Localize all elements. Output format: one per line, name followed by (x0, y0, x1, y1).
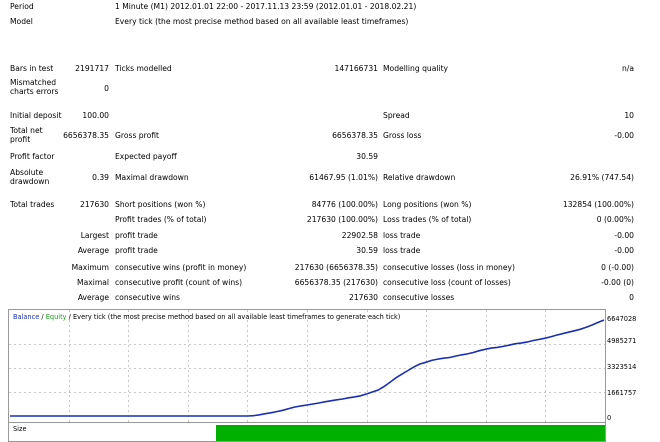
ticks-value: 147166731 (334, 64, 378, 73)
deposit-label: Initial deposit (10, 111, 62, 120)
loss-trades-label: Loss trades (% of total) (383, 215, 472, 224)
model-value: Every tick (the most precise method base… (115, 17, 409, 26)
net-profit-value: 6656378.35 (63, 131, 109, 140)
gross-loss-value: -0.00 (614, 131, 634, 140)
mismatch-value: 0 (104, 84, 109, 93)
chart-title: Balance / Equity / Every tick (the most … (13, 313, 400, 321)
abs-drawdown-value: 0.39 (92, 173, 109, 182)
maximal-loss-label: consecutive loss (count of losses) (383, 278, 511, 287)
chart-title-rest: / Every tick (the most precise method ba… (66, 313, 401, 321)
avg-losses-label: consecutive losses (383, 293, 455, 302)
largest-loss-value: -0.00 (614, 231, 634, 240)
max-losses-value: 0 (-0.00) (601, 263, 634, 272)
y-tick-label: 1661757 (607, 389, 637, 397)
long-value: 132854 (100.00%) (562, 200, 634, 209)
avg-losses-value: 0 (629, 293, 634, 302)
equity-legend: Equity (45, 313, 67, 321)
total-trades-label: Total trades (10, 200, 55, 209)
model-label: Model (10, 17, 33, 26)
maximal-label: Maximal (77, 278, 109, 287)
average-profit-label: profit trade (115, 246, 158, 255)
max-wins-label: consecutive wins (profit in money) (115, 263, 247, 272)
profit-trades-value: 217630 (100.00%) (306, 215, 378, 224)
y-tick-label: 3323514 (607, 363, 637, 371)
size-label: Size (13, 425, 27, 433)
largest-loss-label: loss trade (383, 231, 421, 240)
average-profit-value: 30.59 (356, 246, 378, 255)
max-losses-label: consecutive losses (loss in money) (383, 263, 515, 272)
quality-value: n/a (621, 64, 634, 73)
gross-profit-value: 6656378.35 (332, 131, 378, 140)
gross-profit-label: Gross profit (115, 131, 159, 140)
maximal-profit-label: consecutive profit (count of wins) (115, 278, 243, 287)
max-drawdown-label: Maximal drawdown (115, 173, 189, 182)
payoff-label: Expected payoff (115, 152, 177, 161)
maximal-profit-value: 6656378.35 (217630) (294, 278, 378, 287)
deposit-value: 100.00 (82, 111, 109, 120)
total-trades-value: 217630 (80, 200, 109, 209)
spread-value: 10 (624, 111, 634, 120)
long-label: Long positions (won %) (383, 200, 472, 209)
ticks-label: Ticks modelled (115, 64, 172, 73)
y-tick-label: 6647028 (607, 315, 637, 323)
average-label: Average (77, 246, 109, 255)
rel-drawdown-value: 26.91% (747.54) (570, 173, 634, 182)
profit-factor-label: Profit factor (10, 152, 55, 161)
short-value: 84776 (100.00%) (311, 200, 378, 209)
balance-legend: Balance (13, 313, 40, 321)
profit-trades-label: Profit trades (% of total) (115, 215, 207, 224)
size-panel: Size (8, 422, 606, 442)
maximum-label: Maximum (71, 263, 109, 272)
largest-profit-value: 22902.58 (341, 231, 378, 240)
payoff-value: 30.59 (356, 152, 378, 161)
rel-drawdown-label: Relative drawdown (383, 173, 456, 182)
largest-profit-label: profit trade (115, 231, 158, 240)
average-consecutive-label: Average (77, 293, 109, 302)
bars-label: Bars in test (10, 64, 54, 73)
avg-wins-label: consecutive wins (115, 293, 181, 302)
size-bar (216, 425, 605, 441)
balance-chart: Balance / Equity / Every tick (the most … (8, 309, 606, 424)
largest-label: Largest (80, 231, 109, 240)
max-wins-value: 217630 (6656378.35) (294, 263, 378, 272)
gross-loss-label: Gross loss (383, 131, 422, 140)
bars-value: 2191717 (75, 64, 109, 73)
short-label: Short positions (won %) (115, 200, 206, 209)
abs-drawdown-label: Absolute drawdown (10, 168, 50, 186)
period-value: 1 Minute (M1) 2012.01.01 22:00 - 2017.11… (115, 2, 417, 11)
average-loss-label: loss trade (383, 246, 421, 255)
maximal-loss-value: -0.00 (0) (601, 278, 634, 287)
spread-label: Spread (383, 111, 410, 120)
y-tick-label: 4985271 (607, 337, 637, 345)
quality-label: Modelling quality (383, 64, 449, 73)
average-loss-value: -0.00 (614, 246, 634, 255)
period-label: Period (10, 2, 34, 11)
loss-trades-value: 0 (0.00%) (596, 215, 634, 224)
avg-wins-value: 217630 (349, 293, 378, 302)
net-profit-label: Total net profit (10, 126, 43, 144)
max-drawdown-value: 61467.95 (1.01%) (309, 173, 378, 182)
balance-chart-svg (9, 310, 605, 423)
y-tick-label: 0 (607, 414, 612, 422)
